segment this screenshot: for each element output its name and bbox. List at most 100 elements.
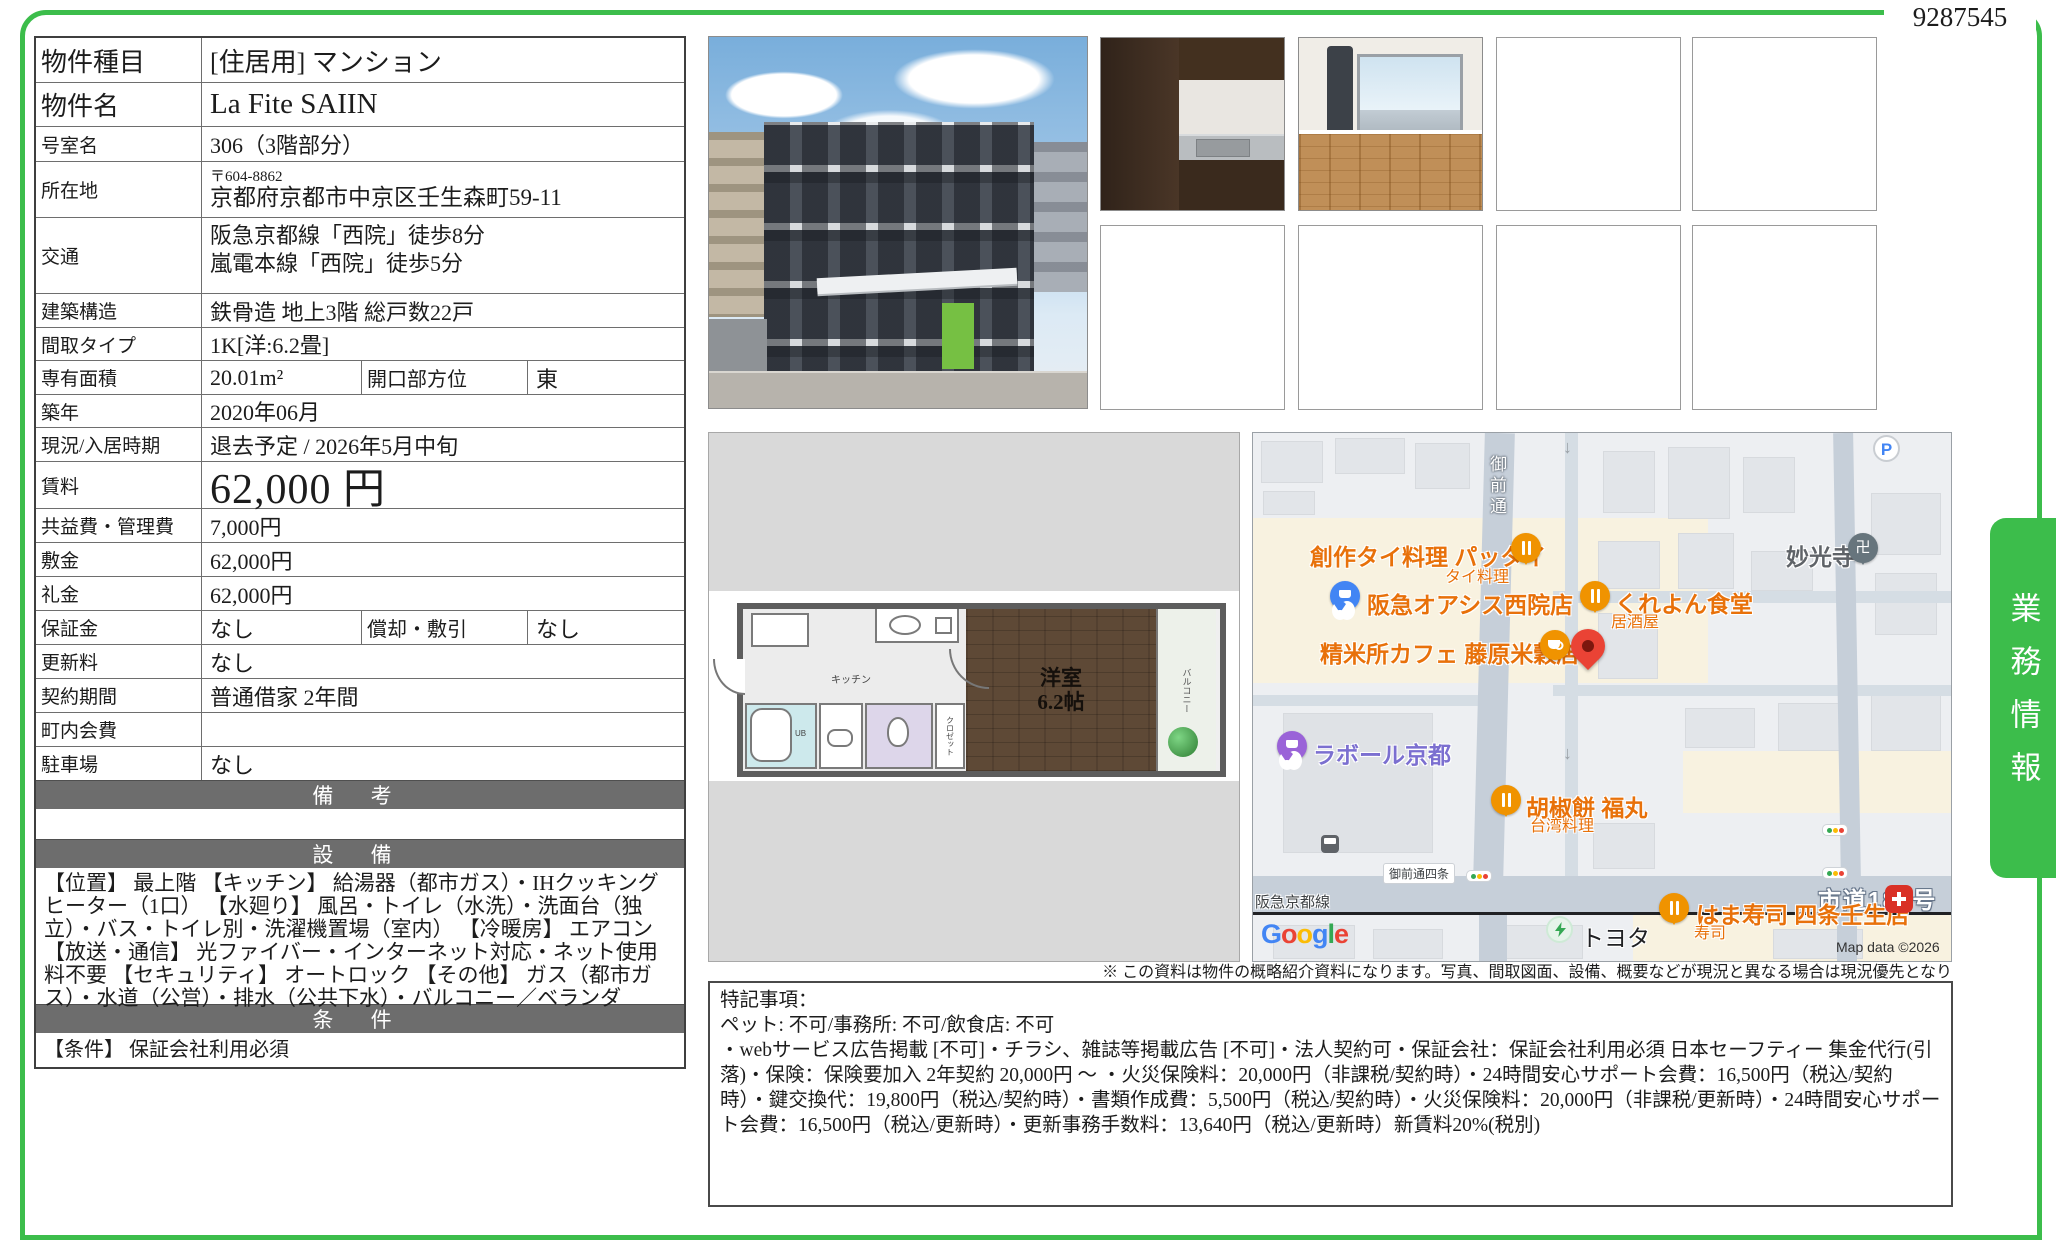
- transport-line: 嵐電本線「西院」徒歩5分: [210, 250, 463, 278]
- building-exterior-photo: [708, 36, 1088, 409]
- room-floor-art: [1299, 134, 1482, 210]
- restaurant-pin-icon: [1580, 581, 1610, 611]
- kitchen-label: キッチン: [831, 671, 871, 686]
- laundry-area-art: [751, 613, 809, 647]
- empty-photo-cell: [1298, 225, 1483, 410]
- plant-icon: [1168, 727, 1198, 757]
- special-notes-box: 特記事項： ペット: 不可/事務所: 不可/飲食店: 不可 ・webサービス広告…: [708, 981, 1953, 1207]
- postal-code: 〒604-8862: [210, 169, 283, 185]
- google-letter: g: [1312, 919, 1328, 949]
- transport-line: 阪急京都線「西院」徒歩8分: [210, 222, 485, 250]
- balcony-label: バルコニー: [1181, 668, 1194, 713]
- table-row: 専有面積 20.01m² 開口部方位 東: [36, 360, 684, 394]
- restaurant-pin-icon: [1659, 893, 1689, 923]
- empty-photo-cell: [1692, 225, 1877, 410]
- building-windows-art: [764, 122, 1034, 372]
- table-row-rent: 賃料 62,000 円: [36, 461, 684, 508]
- map-road: [1479, 912, 1507, 962]
- map-block-art: [1668, 447, 1730, 519]
- map-block-art: [1871, 493, 1941, 555]
- one-way-arrow-icon: ↓: [1563, 743, 1572, 764]
- poi-temple-label: 妙光寺: [1786, 538, 1855, 572]
- room-window-art: [1357, 54, 1463, 136]
- western-room-art: 洋室 6.2帖: [966, 609, 1156, 771]
- poi-fukumaru-sub: 台湾料理: [1530, 812, 1594, 836]
- document-number: 9287545: [1884, 0, 2036, 34]
- remarks-body: [36, 809, 684, 839]
- business-info-tab-label: 業務情報: [2001, 592, 2046, 804]
- closet-label: クロゼット: [945, 716, 956, 756]
- location-map: 御前通 市道186号 阪急京都線 御前通四条 ↓ ↓ 創作タイ料理 パッタイ タ…: [1252, 432, 1952, 962]
- wall-art: [709, 319, 767, 373]
- equipment-header: 設 備: [36, 839, 684, 868]
- empty-photo-cell: [1100, 225, 1285, 410]
- empty-photo-cell: [1496, 37, 1681, 211]
- map-block-art: [1685, 708, 1755, 748]
- traffic-light-icon: [1822, 867, 1848, 879]
- table-row: 礼金 62,000円: [36, 576, 684, 610]
- stove-art: [935, 617, 952, 634]
- business-info-tab: 業務情報: [1990, 518, 2056, 878]
- manji-glyph: 卍: [1848, 533, 1878, 563]
- table-row: 建築構造 鉄骨造 地上3階 総戸数22戸: [36, 293, 684, 327]
- civic-pin-icon: [1277, 731, 1307, 761]
- map-copyright: Map data ©2026: [1836, 939, 1940, 955]
- google-letter: o: [1297, 919, 1313, 949]
- kitchen-cabinet-art: [1179, 160, 1284, 210]
- google-letter: G: [1261, 919, 1281, 949]
- empty-photo-cell: [1496, 225, 1681, 410]
- sink-art: [889, 615, 921, 635]
- notes-line: ペット: 不可/事務所: 不可/飲食店: 不可: [720, 1013, 1941, 1038]
- map-block-art: [1743, 457, 1795, 513]
- bus-stop-icon: [1321, 835, 1339, 853]
- table-row: 号室名 306（3階部分）: [36, 126, 684, 161]
- supermarket-pin-icon: [1330, 581, 1360, 611]
- poi-hamazushi-sub: 寿司: [1694, 919, 1726, 943]
- empty-photo-cell: [1692, 37, 1877, 211]
- washbasin-art: [827, 729, 853, 747]
- map-block-art: [1778, 703, 1840, 751]
- poi-kureyon-sub: 居酒屋: [1611, 608, 1659, 632]
- google-letter: e: [1334, 919, 1348, 949]
- street-art: [709, 371, 1088, 409]
- bathtub-art: [750, 708, 792, 762]
- map-block-art: [1678, 533, 1734, 589]
- map-block-art: [1603, 451, 1655, 513]
- table-row: 町内会費: [36, 712, 684, 746]
- kitchen-sink-art: [1196, 139, 1250, 157]
- remarks-header: 備 考: [36, 780, 684, 809]
- restaurant-pin-icon: [1511, 533, 1541, 563]
- poi-oasis-label: 阪急オアシス西院店: [1367, 586, 1573, 620]
- map-road: [1253, 695, 1485, 706]
- map-block-art: [1263, 491, 1315, 515]
- kitchen-cabinet-art: [1179, 38, 1284, 80]
- temple-pin-icon: 卍: [1848, 533, 1878, 563]
- google-logo: Google: [1261, 919, 1348, 950]
- kitchen-cabinet-art: [1101, 38, 1179, 210]
- poi-toyota-label: トヨタ: [1581, 919, 1650, 953]
- toilet-art: [887, 717, 909, 747]
- map-block-art: [1373, 929, 1443, 959]
- map-zone-art: [1683, 751, 1952, 813]
- road-label-vertical: 御前通: [1484, 455, 1509, 518]
- table-row: 交通 阪急京都線「西院」徒歩8分 嵐電本線「西院」徒歩5分: [36, 217, 684, 293]
- ev-charger-icon: [1546, 916, 1573, 943]
- room-name-label: 洋室: [1040, 666, 1082, 690]
- property-table: 物件種目 [住居用] マンション 物件名 La Fite SAIIN 号室名 3…: [34, 36, 686, 1069]
- parking-icon: P: [1873, 435, 1900, 462]
- map-block-art: [1871, 695, 1941, 751]
- table-row: 物件種目 [住居用] マンション: [36, 38, 684, 82]
- map-block-art: [1283, 713, 1433, 853]
- notes-line: ・webサービス広告掲載 [不可]・チラシ、雑誌等掲載広告 [不可]・法人契約可…: [720, 1038, 1941, 1138]
- green-entrance-art: [942, 303, 974, 369]
- table-row: 共益費・管理費 7,000円: [36, 508, 684, 542]
- poi-thai-sub: タイ料理: [1445, 563, 1509, 587]
- table-row: 物件名 La Fite SAIIN: [36, 82, 684, 126]
- table-row: 契約期間 普通借家 2年間: [36, 678, 684, 712]
- room-curtain-art: [1327, 46, 1353, 134]
- table-row: 更新料 なし: [36, 644, 684, 678]
- map-road: [1553, 685, 1952, 696]
- poi-hamazushi-label: はま寿司 四条壬生店: [1696, 896, 1909, 930]
- table-row: 所在地 〒604-8862 京都府京都市中京区壬生森町59-11: [36, 161, 684, 217]
- interior-room-photo: [1298, 37, 1483, 211]
